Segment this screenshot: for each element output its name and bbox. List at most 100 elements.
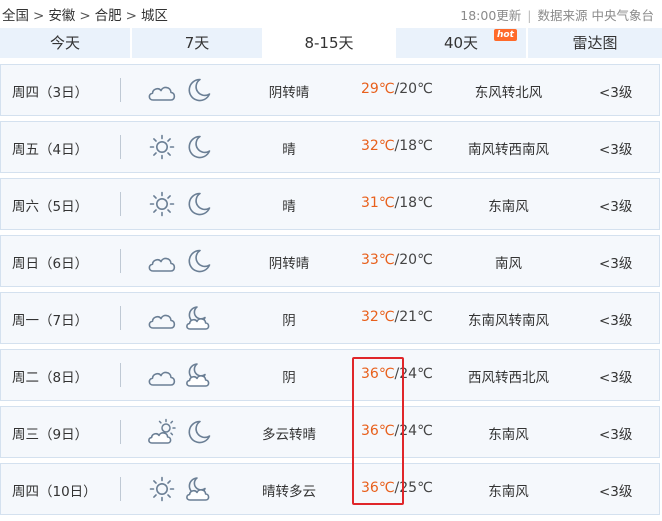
hot-badge: hot xyxy=(494,29,517,41)
update-info: 18:00更新 | 数据来源 中央气象台 xyxy=(460,5,654,24)
weather-condition: 晴 xyxy=(282,199,296,215)
forecast-row: 周六（5日） 晴 31℃/18℃ 东南风 <3级 xyxy=(0,178,660,230)
forecast-day: 周三（9日） xyxy=(12,427,89,443)
weather-condition: 多云转晴 xyxy=(262,427,316,443)
row-divider xyxy=(120,420,121,444)
wind-level: <3级 xyxy=(599,427,633,443)
sun-icon xyxy=(146,190,178,218)
temperature: 33℃/20℃ xyxy=(361,252,433,268)
breadcrumb-item-city[interactable]: 合肥 xyxy=(95,8,122,24)
sun-icon xyxy=(146,475,178,503)
forecast-row: 周一（7日） 阴 32℃/21℃ 东南风转南风 <3级 xyxy=(0,292,660,344)
sun-cloud-icon xyxy=(146,418,178,446)
moon-cloud-icon xyxy=(182,475,214,503)
moon-icon xyxy=(182,247,214,275)
high-temp: 31℃ xyxy=(361,195,395,211)
forecast-day: 周六（5日） xyxy=(12,199,89,215)
wind-direction: 东南风 xyxy=(488,484,529,500)
wind-direction: 南风转西南风 xyxy=(468,142,549,158)
low-temp: /18℃ xyxy=(394,138,433,154)
low-temp: /20℃ xyxy=(394,81,433,97)
tab-today[interactable]: 今天 xyxy=(0,28,130,58)
update-time: 18:00更新 xyxy=(460,8,522,23)
tab-label: 7天 xyxy=(184,34,210,52)
row-divider xyxy=(120,477,121,501)
weather-condition: 晴 xyxy=(282,142,296,158)
forecast-row: 周五（4日） 晴 32℃/18℃ 南风转西南风 <3级 xyxy=(0,121,660,173)
weather-condition: 阴 xyxy=(282,313,296,329)
wind-level: <3级 xyxy=(599,85,633,101)
forecast-day: 周日（6日） xyxy=(12,256,89,272)
highlight-annotation-box xyxy=(352,357,404,505)
forecast-row: 周二（8日） 阴 36℃/24℃ 西风转西北风 <3级 xyxy=(0,349,660,401)
wind-level: <3级 xyxy=(599,142,633,158)
breadcrumb-item-country[interactable]: 全国 xyxy=(2,8,29,24)
forecast-tabs: 今天 7天 8-15天 40天 hot 雷达图 xyxy=(0,28,662,58)
breadcrumb: 全国 > 安徽 > 合肥 > 城区 xyxy=(2,4,168,24)
row-divider xyxy=(120,192,121,216)
cloud-icon xyxy=(146,361,178,389)
breadcrumb-item-district: 城区 xyxy=(140,8,168,24)
forecast-row: 周四（3日） 阴转晴 29℃/20℃ 东风转北风 <3级 xyxy=(0,64,660,116)
high-temp: 29℃ xyxy=(361,81,395,97)
breadcrumb-separator: > xyxy=(125,8,137,24)
weather-condition: 阴 xyxy=(282,370,296,386)
temperature: 32℃/21℃ xyxy=(361,309,433,325)
row-divider xyxy=(120,135,121,159)
wind-level: <3级 xyxy=(599,256,633,272)
breadcrumb-item-province[interactable]: 安徽 xyxy=(48,8,75,24)
breadcrumb-separator: > xyxy=(33,8,45,24)
tab-label: 40天 xyxy=(443,34,479,52)
moon-icon xyxy=(182,76,214,104)
low-temp: /18℃ xyxy=(394,195,433,211)
temperature: 29℃/20℃ xyxy=(361,81,433,97)
tab-label: 今天 xyxy=(49,34,80,52)
forecast-row: 周三（9日） 多云转晴 36℃/24℃ 东南风 <3级 xyxy=(0,406,660,458)
wind-direction: 东风转北风 xyxy=(474,85,543,101)
data-source: 数据来源 中央气象台 xyxy=(537,8,654,23)
cloud-icon xyxy=(146,304,178,332)
wind-level: <3级 xyxy=(599,484,633,500)
row-divider xyxy=(120,363,121,387)
high-temp: 32℃ xyxy=(361,309,395,325)
temperature: 32℃/18℃ xyxy=(361,138,433,154)
tab-8-15-days[interactable]: 8-15天 xyxy=(264,28,394,58)
forecast-day: 周四（3日） xyxy=(12,85,89,101)
forecast-row: 周四（10日） 晴转多云 36℃/25℃ 东南风 <3级 xyxy=(0,463,660,515)
tab-radar[interactable]: 雷达图 xyxy=(528,28,662,58)
wind-level: <3级 xyxy=(599,313,633,329)
forecast-day: 周二（8日） xyxy=(12,370,89,386)
forecast-day: 周五（4日） xyxy=(12,142,89,158)
wind-direction: 南风 xyxy=(495,256,522,272)
tab-label: 雷达图 xyxy=(572,34,618,52)
high-temp: 32℃ xyxy=(361,138,395,154)
moon-icon xyxy=(182,133,214,161)
low-temp: /20℃ xyxy=(394,252,433,268)
forecast-day: 周四（10日） xyxy=(12,484,97,500)
weather-condition: 阴转晴 xyxy=(268,256,310,272)
weather-condition: 阴转晴 xyxy=(268,85,310,101)
cloud-icon xyxy=(146,76,178,104)
tab-label: 8-15天 xyxy=(304,34,354,52)
moon-cloud-icon xyxy=(182,304,214,332)
meta-divider: | xyxy=(527,8,532,23)
sun-icon xyxy=(146,133,178,161)
cloud-icon xyxy=(146,247,178,275)
wind-direction: 东南风 xyxy=(488,427,529,443)
wind-direction: 西风转西北风 xyxy=(468,370,549,386)
moon-cloud-icon xyxy=(182,361,214,389)
wind-level: <3级 xyxy=(599,199,633,215)
moon-icon xyxy=(182,418,214,446)
tab-40-days[interactable]: 40天 hot xyxy=(396,28,526,58)
wind-level: <3级 xyxy=(599,370,633,386)
wind-direction: 东南风转南风 xyxy=(468,313,549,329)
moon-icon xyxy=(182,190,214,218)
forecast-day: 周一（7日） xyxy=(12,313,89,329)
top-bar: 全国 > 安徽 > 合肥 > 城区 18:00更新 | 数据来源 中央气象台 xyxy=(0,0,662,26)
tab-7-days[interactable]: 7天 xyxy=(132,28,262,58)
low-temp: /21℃ xyxy=(394,309,433,325)
weather-condition: 晴转多云 xyxy=(262,484,316,500)
high-temp: 33℃ xyxy=(361,252,395,268)
row-divider xyxy=(120,306,121,330)
breadcrumb-separator: > xyxy=(79,8,91,24)
